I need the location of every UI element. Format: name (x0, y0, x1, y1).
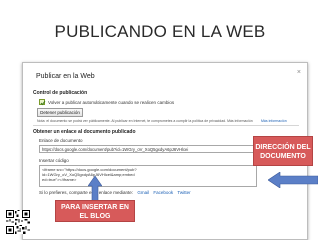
close-icon[interactable]: × (297, 69, 301, 76)
document-link-label: Enlace de documento (39, 138, 83, 143)
share-text: Si lo prefieres, comparte este enlace me… (39, 190, 134, 195)
qr-code-icon (6, 210, 30, 234)
republish-checkbox[interactable] (39, 99, 46, 106)
embed-code-field[interactable]: <iframe src="https://docs.google.com/doc… (39, 165, 257, 187)
section-publishing-control: Control de publicación (33, 90, 88, 96)
embed-code-label: Insertar código (39, 158, 69, 163)
arrow-left-icon (268, 172, 318, 188)
share-gmail-link[interactable]: Gmail (137, 190, 149, 195)
arrow-up-icon (88, 176, 102, 202)
slide-title: PUBLICANDO EN LA WEB (54, 22, 266, 41)
republish-checkbox-label: Volver a publicar automáticamente cuando… (48, 100, 175, 105)
share-row: Si lo prefieres, comparte este enlace me… (39, 190, 191, 195)
more-info-link[interactable]: Más información (261, 119, 287, 123)
stop-publishing-button[interactable]: Detener publicación (37, 108, 83, 117)
checkmark-icon (40, 100, 46, 106)
divider (33, 125, 299, 126)
dialog-title: Publicar en la Web (36, 73, 95, 80)
section-get-link: Obtener un enlace al documento publicado (33, 129, 136, 135)
share-facebook-link[interactable]: Facebook (153, 190, 173, 195)
privacy-note: Nota: el documento se podrá ver públicam… (37, 119, 253, 123)
share-twitter-link[interactable]: Twitter (177, 190, 190, 195)
document-link-field[interactable]: https://docs.google.com/document/pub?id=… (39, 145, 275, 153)
callout-document-url: DIRECCIÓN DEL DOCUMENTO (253, 136, 313, 166)
callout-insert-blog: PARA INSERTAR EN EL BLOG (55, 200, 135, 222)
